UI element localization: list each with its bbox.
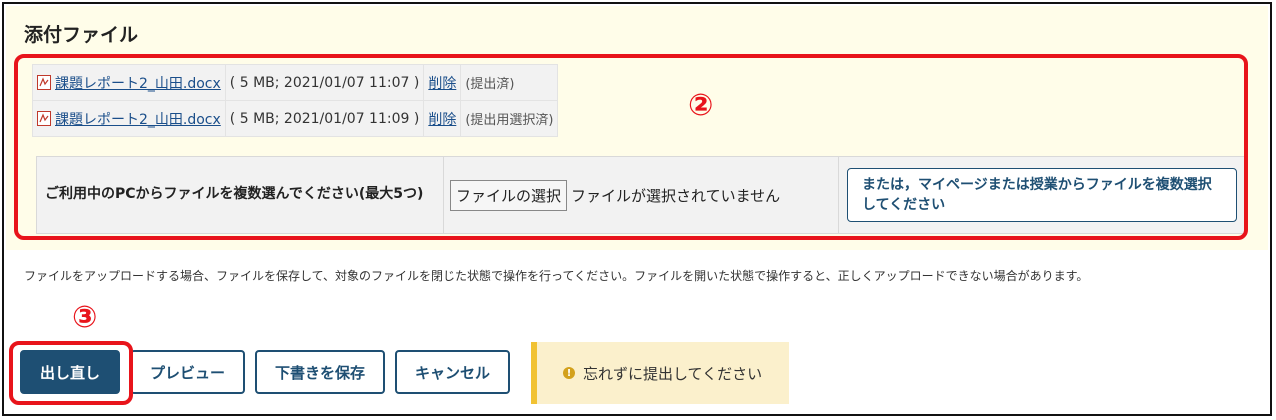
- select-from-mypage-button[interactable]: または，マイページまたは授業からファイルを複数選択してください: [847, 167, 1237, 223]
- choose-file-button[interactable]: ファイルの選択: [450, 179, 568, 211]
- section-title: 添付ファイル: [24, 24, 139, 46]
- upload-instructions: ご利用中のPCからファイルを複数選んでください(最大5つ): [36, 156, 444, 234]
- delete-link[interactable]: 削除: [428, 76, 456, 92]
- action-buttons: 出し直し プレビュー 下書きを保存 キャンセル: [20, 350, 511, 394]
- file-picker: ファイルの選択 ファイルが選択されていません: [443, 156, 839, 234]
- marker-files: ②: [688, 88, 714, 123]
- file-meta: ( 5 MB; 2021/01/07 11:07 ): [224, 64, 425, 101]
- document-icon: [37, 111, 51, 126]
- file-link[interactable]: 課題レポート2_山田.docx: [55, 109, 221, 129]
- marker-resubmit: ③: [72, 300, 98, 335]
- file-status: (提出済): [460, 64, 559, 101]
- no-file-selected-text: ファイルが選択されていません: [571, 186, 781, 205]
- document-icon: [37, 75, 51, 90]
- delete-link[interactable]: 削除: [428, 112, 456, 128]
- reminder-text: 忘れずに提出してください: [583, 364, 763, 383]
- preview-button[interactable]: プレビュー: [130, 350, 246, 394]
- save-draft-button[interactable]: 下書きを保存: [255, 350, 386, 394]
- upload-table: ご利用中のPCからファイルを複数選んでください(最大5つ) ファイルの選択 ファイ…: [36, 156, 1246, 234]
- resubmit-button[interactable]: 出し直し: [20, 350, 121, 394]
- upload-notice: ファイルをアップロードする場合、ファイルを保存して、対象のファイルを閉じた状態で…: [24, 269, 1089, 283]
- file-row: 課題レポート2_山田.docx ( 5 MB; 2021/01/07 11:07…: [32, 64, 559, 101]
- warning-icon: !: [563, 367, 575, 379]
- file-row: 課題レポート2_山田.docx ( 5 MB; 2021/01/07 11:09…: [32, 100, 559, 137]
- reminder-alert: ! 忘れずに提出してください: [531, 342, 789, 404]
- cancel-button[interactable]: キャンセル: [395, 350, 511, 394]
- file-status: (提出用選択済): [460, 100, 559, 137]
- attached-files-table: 課題レポート2_山田.docx ( 5 MB; 2021/01/07 11:07…: [32, 64, 559, 137]
- file-meta: ( 5 MB; 2021/01/07 11:09 ): [224, 100, 425, 137]
- file-link[interactable]: 課題レポート2_山田.docx: [55, 73, 221, 93]
